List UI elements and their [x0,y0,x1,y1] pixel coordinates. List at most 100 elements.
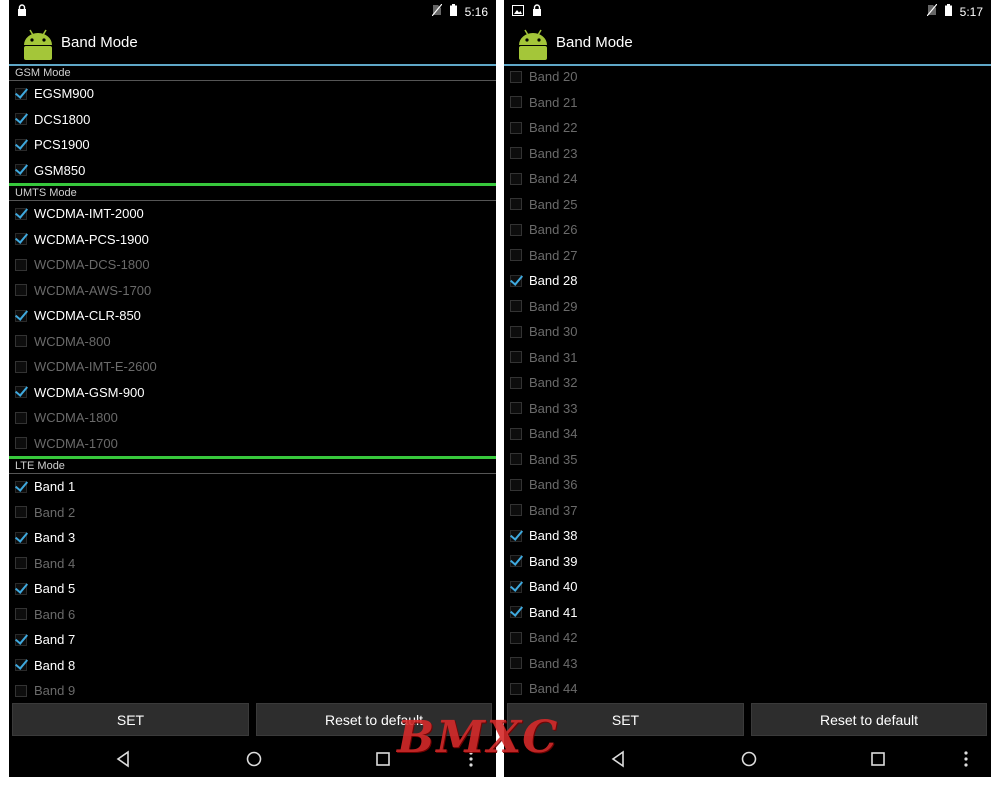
band-checkbox-row[interactable]: Band 43 [504,651,991,677]
band-checkbox-row[interactable]: WCDMA-IMT-2000 [9,201,496,227]
band-list[interactable]: GSM Mode EGSM900 DCS1800 PCS1900 GSM850 UMTS … [9,66,496,698]
checkbox-checked[interactable] [15,582,27,595]
checkbox-unchecked[interactable] [510,172,522,185]
checkbox-unchecked[interactable] [15,437,27,450]
checkbox-unchecked[interactable] [510,96,522,109]
overflow-menu-icon[interactable] [963,750,969,773]
checkbox-unchecked[interactable] [510,300,522,313]
band-checkbox-row[interactable]: Band 34 [504,421,991,447]
band-list[interactable]: Band 20 Band 21 Band 22 Band 23 Band 24 Band … [504,64,991,696]
band-checkbox-row[interactable]: WCDMA-IMT-E-2600 [9,354,496,380]
band-checkbox-row[interactable]: Band 36 [504,472,991,498]
checkbox-checked[interactable] [15,207,27,220]
checkbox-unchecked[interactable] [510,402,522,415]
checkbox-unchecked[interactable] [15,258,27,271]
checkbox-checked[interactable] [15,309,27,322]
checkbox-checked[interactable] [510,529,522,542]
band-checkbox-row[interactable]: Band 25 [504,192,991,218]
band-checkbox-row[interactable]: Band 20 [504,64,991,90]
band-checkbox-row[interactable]: Band 35 [504,447,991,473]
checkbox-unchecked[interactable] [510,657,522,670]
band-checkbox-row[interactable]: Band 5 [9,576,496,602]
band-checkbox-row[interactable]: Band 6 [9,602,496,628]
checkbox-unchecked[interactable] [15,608,27,621]
band-checkbox-row[interactable]: Band 31 [504,345,991,371]
band-checkbox-row[interactable]: GSM850 [9,158,496,184]
checkbox-checked[interactable] [510,555,522,568]
band-checkbox-row[interactable]: Band 37 [504,498,991,524]
band-checkbox-row[interactable]: WCDMA-1700 [9,431,496,457]
checkbox-unchecked[interactable] [510,121,522,134]
band-checkbox-row[interactable]: Band 42 [504,625,991,651]
checkbox-checked[interactable] [15,633,27,646]
checkbox-checked[interactable] [510,580,522,593]
checkbox-unchecked[interactable] [15,335,27,348]
checkbox-unchecked[interactable] [510,351,522,364]
band-checkbox-row[interactable]: EGSM900 [9,81,496,107]
checkbox-unchecked[interactable] [510,478,522,491]
band-checkbox-row[interactable]: Band 33 [504,396,991,422]
checkbox-checked[interactable] [15,531,27,544]
band-checkbox-row[interactable]: Band 28 [504,268,991,294]
band-checkbox-row[interactable]: Band 27 [504,243,991,269]
band-checkbox-row[interactable]: WCDMA-AWS-1700 [9,278,496,304]
recents-icon[interactable] [870,750,886,773]
band-checkbox-row[interactable]: Band 23 [504,141,991,167]
band-checkbox-row[interactable]: Band 7 [9,627,496,653]
band-checkbox-row[interactable]: DCS1800 [9,107,496,133]
checkbox-unchecked[interactable] [510,325,522,338]
checkbox-unchecked[interactable] [510,147,522,160]
band-checkbox-row[interactable]: Band 29 [504,294,991,320]
band-checkbox-row[interactable]: Band 41 [504,600,991,626]
band-checkbox-row[interactable]: WCDMA-DCS-1800 [9,252,496,278]
checkbox-checked[interactable] [510,606,522,619]
band-checkbox-row[interactable]: Band 2 [9,500,496,526]
band-checkbox-row[interactable]: Band 30 [504,319,991,345]
band-checkbox-row[interactable]: WCDMA-GSM-900 [9,380,496,406]
band-checkbox-row[interactable]: Band 44 [504,676,991,696]
checkbox-checked[interactable] [15,386,27,399]
checkbox-checked[interactable] [15,659,27,672]
band-checkbox-row[interactable]: PCS1900 [9,132,496,158]
checkbox-checked[interactable] [510,274,522,287]
band-checkbox-row[interactable]: Band 32 [504,370,991,396]
checkbox-unchecked[interactable] [510,376,522,389]
checkbox-checked[interactable] [15,480,27,493]
checkbox-checked[interactable] [15,233,27,246]
band-checkbox-row[interactable]: Band 24 [504,166,991,192]
band-checkbox-row[interactable]: WCDMA-PCS-1900 [9,227,496,253]
checkbox-unchecked[interactable] [510,631,522,644]
checkbox-unchecked[interactable] [15,506,27,519]
checkbox-unchecked[interactable] [15,557,27,570]
band-checkbox-row[interactable]: Band 1 [9,474,496,500]
checkbox-checked[interactable] [15,113,27,126]
band-checkbox-row[interactable]: Band 3 [9,525,496,551]
back-icon[interactable] [115,750,131,773]
checkbox-unchecked[interactable] [15,684,27,697]
checkbox-checked[interactable] [15,87,27,100]
reset-default-button[interactable]: Reset to default [751,703,987,736]
back-icon[interactable] [610,750,626,773]
band-checkbox-row[interactable]: Band 26 [504,217,991,243]
band-checkbox-row[interactable]: Band 4 [9,551,496,577]
band-checkbox-row[interactable]: Band 8 [9,653,496,679]
checkbox-checked[interactable] [15,164,27,177]
band-checkbox-row[interactable]: Band 21 [504,90,991,116]
band-checkbox-row[interactable]: Band 39 [504,549,991,575]
checkbox-unchecked[interactable] [510,504,522,517]
checkbox-unchecked[interactable] [510,198,522,211]
checkbox-unchecked[interactable] [510,70,522,83]
home-icon[interactable] [245,750,263,773]
checkbox-unchecked[interactable] [15,360,27,373]
checkbox-unchecked[interactable] [510,427,522,440]
band-checkbox-row[interactable]: WCDMA-800 [9,329,496,355]
band-checkbox-row[interactable]: Band 9 [9,678,496,698]
set-button[interactable]: SET [12,703,249,736]
checkbox-checked[interactable] [15,138,27,151]
band-checkbox-row[interactable]: WCDMA-CLR-850 [9,303,496,329]
recents-icon[interactable] [375,750,391,773]
band-checkbox-row[interactable]: WCDMA-1800 [9,405,496,431]
checkbox-unchecked[interactable] [15,284,27,297]
checkbox-unchecked[interactable] [510,453,522,466]
band-checkbox-row[interactable]: Band 38 [504,523,991,549]
